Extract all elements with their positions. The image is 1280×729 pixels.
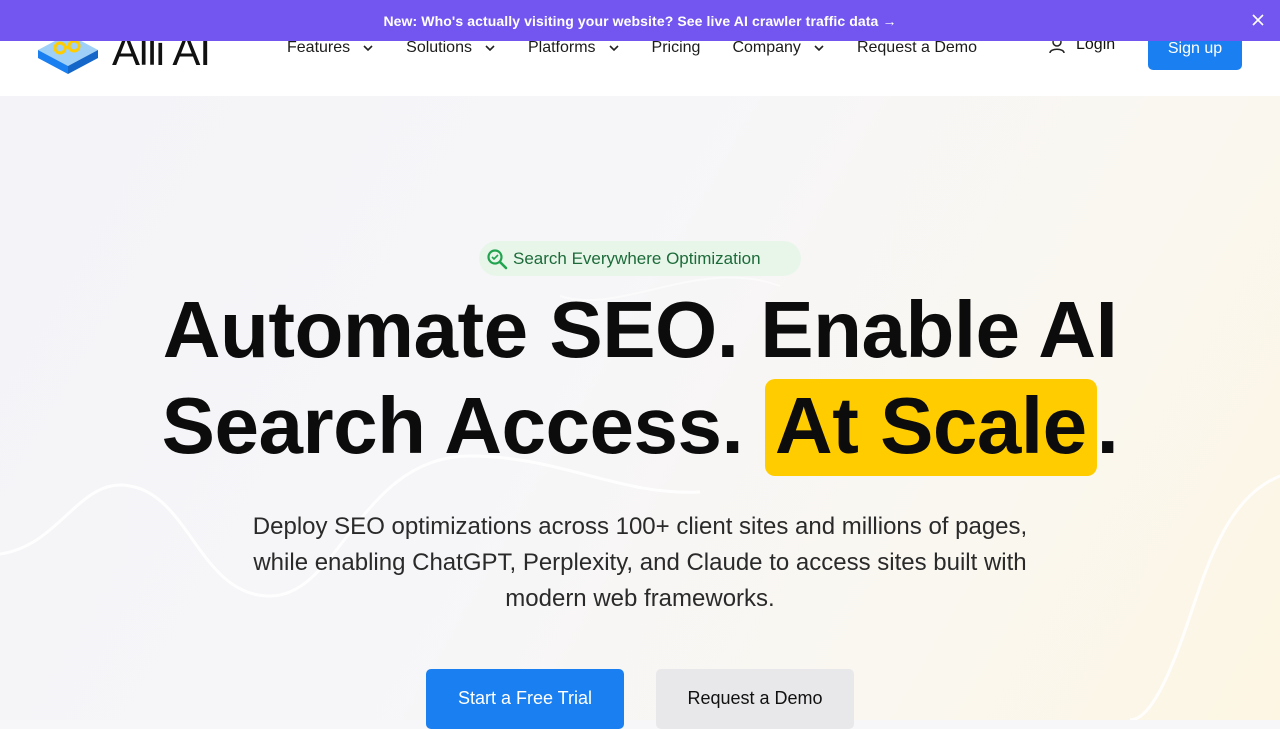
close-icon[interactable] (1250, 12, 1266, 28)
nav-item-label: Company (732, 39, 801, 56)
chevron-down-icon (814, 45, 824, 52)
nav-item-label: Platforms (527, 39, 596, 56)
hero-headline-line1: Automate SEO. Enable AI (162, 285, 1118, 374)
chevron-down-icon (608, 45, 619, 52)
nav-item-label: Solutions (406, 39, 472, 56)
nav-item-label: Pricing (651, 39, 701, 56)
nav-item-label: Request a Demo (856, 39, 977, 56)
headline-highlight: At Scale (764, 379, 1097, 476)
hero-headline-line2: Search Access. At Scale. (0, 379, 1280, 476)
chevron-down-icon (363, 45, 373, 52)
announcement-bar[interactable]: New: Who's actually visiting your websit… (0, 0, 1280, 41)
request-demo-button[interactable]: Request a Demo (656, 669, 854, 729)
headline-text: Search Access. (161, 381, 765, 470)
search-magnifier-icon (487, 248, 508, 269)
nav-item-label: Features (287, 39, 351, 56)
announcement-text[interactable]: New: Who's actually visiting your websit… (383, 13, 896, 29)
pill-label: Search Everywhere Optimization (513, 248, 761, 268)
hero-pill-badge: Search Everywhere Optimization (479, 241, 801, 276)
headline-period: . (1096, 381, 1119, 470)
start-free-trial-button[interactable]: Start a Free Trial (426, 669, 624, 729)
hero-subheadline: Deploy SEO optimizations across 100+ cli… (252, 513, 1028, 612)
chevron-down-icon (485, 45, 495, 52)
